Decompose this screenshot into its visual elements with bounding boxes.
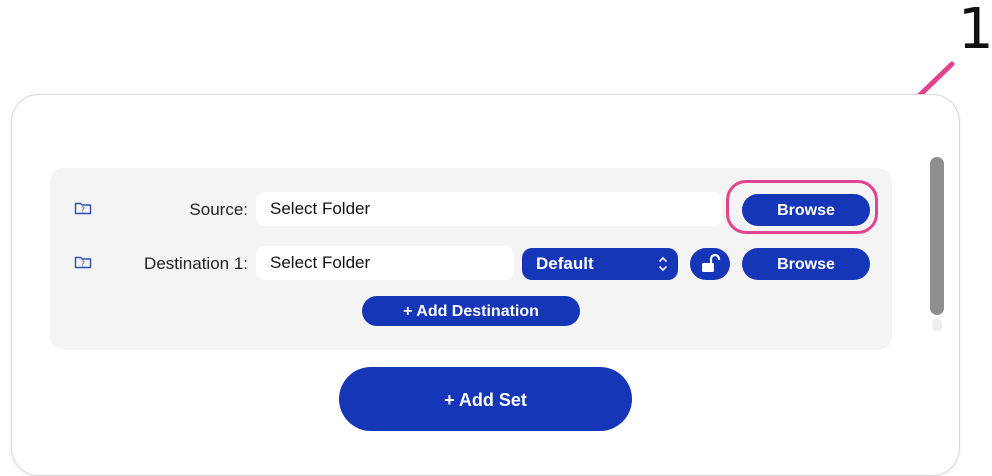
- folder-question-icon[interactable]: ?: [74, 201, 92, 215]
- destination-label: Destination 1:: [144, 254, 248, 273]
- svg-text:?: ?: [81, 259, 85, 268]
- lock-toggle-button[interactable]: [690, 248, 730, 280]
- source-browse-button[interactable]: Browse: [742, 194, 870, 226]
- svg-text:?: ?: [81, 205, 85, 214]
- scrollbar-thumb[interactable]: [930, 157, 944, 315]
- destination-folder-field[interactable]: Select Folder: [256, 246, 514, 280]
- destination-mode-value: Default: [536, 254, 594, 273]
- source-folder-field[interactable]: Select Folder: [256, 192, 722, 226]
- vertical-scrollbar[interactable]: [930, 157, 944, 333]
- source-row: ? Source: Select Folder Browse: [50, 180, 892, 234]
- destination-mode-select[interactable]: Default: [522, 248, 678, 280]
- source-label: Source:: [189, 200, 248, 219]
- destination-row: ? Destination 1: Select Folder Default B…: [50, 246, 892, 282]
- sync-set-panel: ? Source: Select Folder Browse ? Destina…: [50, 168, 892, 350]
- folder-question-icon[interactable]: ?: [74, 255, 92, 269]
- add-set-button[interactable]: + Add Set: [339, 367, 632, 431]
- sync-sets-card: ? Source: Select Folder Browse ? Destina…: [11, 94, 960, 476]
- add-destination-button[interactable]: + Add Destination: [362, 296, 580, 326]
- unlock-icon: [702, 253, 721, 272]
- chevron-up-down-icon: [659, 257, 667, 271]
- destination-browse-button[interactable]: Browse: [742, 248, 870, 280]
- scrollbar-track[interactable]: [932, 319, 942, 331]
